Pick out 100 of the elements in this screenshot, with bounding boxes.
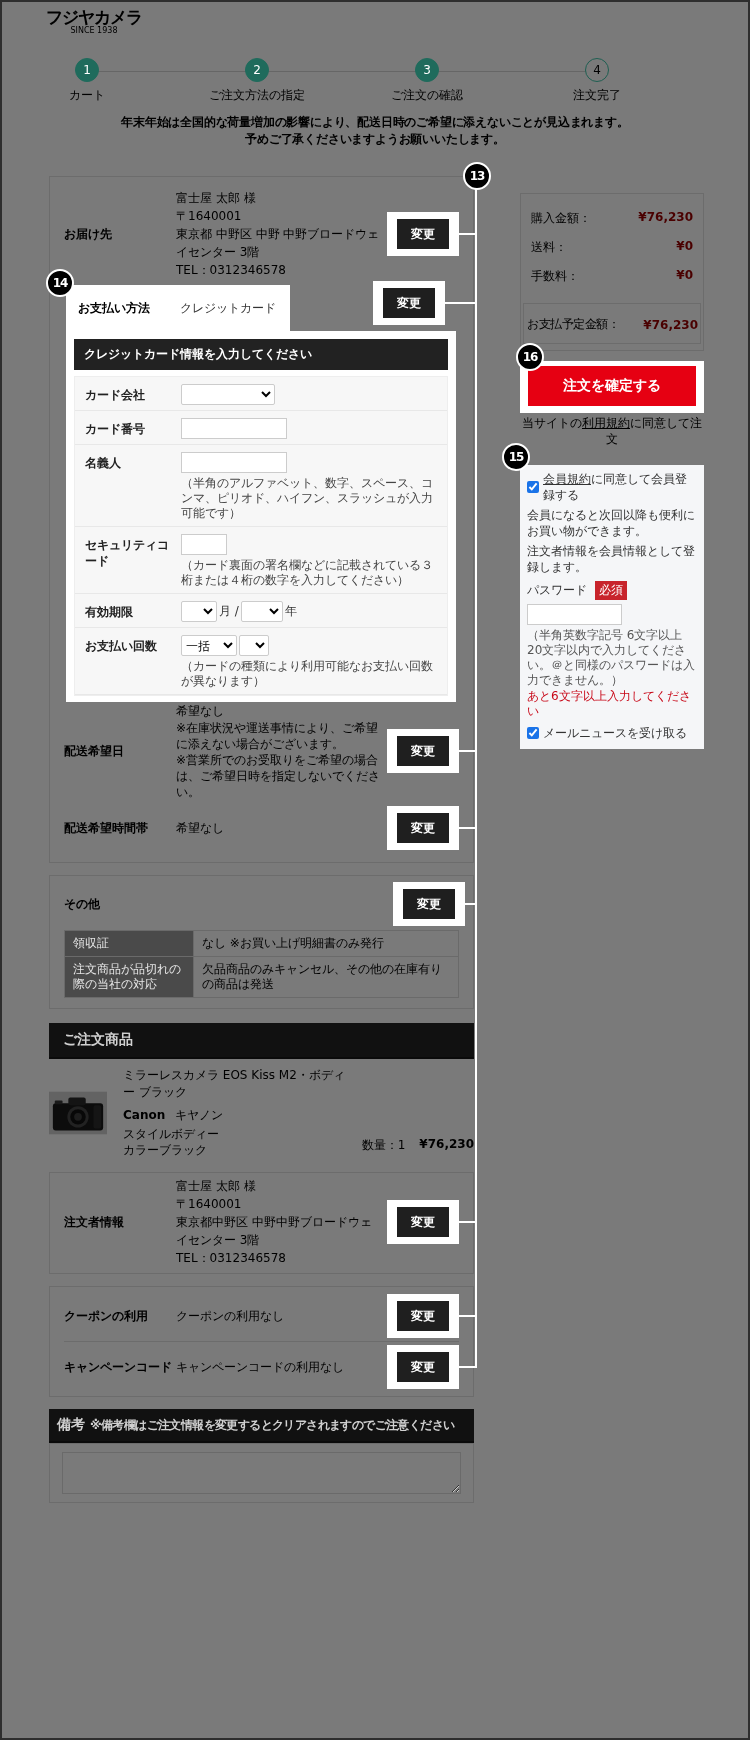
row-value: 富士屋 太郎 様 [176, 190, 257, 207]
price: ¥76,230 [419, 1137, 474, 1153]
product-option: スタイルボディー [123, 1126, 362, 1142]
logo-tagline: SINCE 1938 [70, 26, 118, 36]
row-label: 配送希望日 [64, 742, 125, 760]
logo-wordmark[interactable]: フジヤカメラ [46, 8, 142, 26]
total-value: ¥76,230 [643, 317, 698, 332]
change-button[interactable]: 変更 [397, 1352, 449, 1382]
required-badge: 必須 [595, 581, 627, 600]
field-hint: （カードの種類により利用可能なお支払い回数が異なります） [181, 659, 434, 689]
field-label: 名義人 [85, 455, 122, 471]
input-field[interactable] [181, 534, 227, 555]
summary-value: ¥76,230 [638, 210, 693, 226]
field-label: パスワード [527, 582, 587, 599]
row-label: キャンペーンコード [64, 1358, 173, 1376]
field-hint: （カード裏面の署名欄などに記載されている３桁または４桁の数字を入力してください） [181, 558, 434, 588]
field-hint: （半角のアルファベット、数字、スペース、コンマ、ピリオド、ハイフン、スラッシュが入力可能です） [181, 476, 434, 521]
step-indicator: 2 [245, 58, 269, 82]
field-label: お支払い回数 [85, 638, 158, 654]
field-label: カード番号 [85, 421, 146, 437]
row-value: クーポンの利用なし [176, 1308, 285, 1325]
payment-count-select[interactable]: 一括 [181, 635, 237, 656]
product-name[interactable]: ミラーレスカメラ EOS Kiss M2・ボディー ブラック [123, 1067, 355, 1101]
summary-value: ¥0 [676, 239, 693, 255]
form-heading: クレジットカード情報を入力してください [74, 339, 448, 370]
field-label: 有効期限 [85, 604, 134, 620]
row-value: TEL：0312346578 [176, 1250, 287, 1267]
step-label: ご注文の確認 [391, 87, 463, 104]
row-value: 東京都 中野区 中野 中野ブロードウェイセンター 3階 [176, 226, 381, 261]
field-label: セキュリティコード [85, 537, 170, 569]
step-label: ご注文方法の指定 [209, 87, 305, 104]
callout-marker: 16 [516, 343, 544, 371]
section-heading: 備考 [57, 1416, 85, 1434]
password-field[interactable] [527, 604, 622, 625]
row-label: お支払い方法 [78, 299, 151, 317]
terms-link[interactable]: 利用規約 [582, 416, 630, 430]
callout-marker: 13 [463, 162, 491, 190]
table-cell: 欠品商品のみキャンセル、その他の在庫有りの商品は発送 [193, 956, 459, 998]
total-label: お支払予定金額： [527, 316, 619, 333]
card-company-select[interactable] [181, 384, 275, 405]
description-text: 会員になると次回以降も便利にお買い物ができます。 [527, 507, 696, 539]
row-value: キャンペーンコードの利用なし [176, 1359, 345, 1376]
quantity: 数量：1 [361, 1137, 406, 1154]
step-label: 注文完了 [573, 87, 621, 104]
checkbox[interactable] [527, 481, 539, 493]
summary-label: 送料： [531, 239, 567, 256]
agree-text: 会員規約に同意して会員登録する [543, 471, 688, 503]
brand-name: Canon [123, 1108, 166, 1122]
error-text: あと6文字以上入力してください [527, 689, 692, 719]
section-heading: ご注文商品 [49, 1023, 474, 1059]
field-label: カード会社 [85, 387, 146, 403]
field-hint: （半角英数字記号 6文字以上20文字以内で入力してください。＠と同様のパスワードは入力できません。） [527, 628, 696, 688]
row-value: 〒1640001 [176, 1196, 243, 1213]
change-button[interactable]: 変更 [397, 1207, 449, 1237]
checkbox[interactable] [527, 727, 539, 739]
year-select[interactable] [240, 601, 283, 622]
callout-marker: 14 [46, 269, 74, 297]
table-header-cell: 注文商品が品切れの際の当社の対応 [64, 956, 194, 998]
notice-text: 予めご了承くださいますようお願いいたします。 [244, 131, 506, 148]
step-indicator: 1 [75, 58, 99, 82]
row-label: その他 [64, 895, 101, 913]
row-label: お届け先 [64, 225, 113, 243]
callout-marker: 15 [502, 443, 530, 471]
input-field[interactable] [181, 452, 287, 473]
table-cell: なし ※お買い上げ明細書のみ発行 [193, 930, 459, 957]
change-button[interactable]: 変更 [397, 1301, 449, 1331]
input-field[interactable] [181, 418, 287, 439]
count-select[interactable] [239, 635, 269, 656]
checkbox-label: メールニュースを受け取る [543, 725, 687, 741]
summary-label: 手数料： [531, 268, 579, 285]
row-value: 希望なし [176, 703, 225, 720]
description-text: 注文者情報を会員情報として登録します。 [527, 543, 696, 575]
confirm-order-button[interactable]: 注文を確定する [528, 366, 696, 406]
row-note: ※在庫状況や運送事情により、ご希望に添えない場合がございます。 [176, 720, 380, 752]
step-indicator: 4 [585, 58, 609, 82]
change-button[interactable]: 変更 [403, 889, 455, 919]
row-note: ※営業所でのお受取りをご希望の場合は、ご希望日時を指定しないでください。 [176, 752, 381, 800]
remarks-field[interactable] [62, 1452, 461, 1494]
summary-value: ¥0 [676, 268, 693, 284]
terms-link[interactable]: 会員規約 [543, 472, 591, 486]
change-button[interactable]: 変更 [397, 736, 449, 766]
step-indicator: 3 [415, 58, 439, 82]
brand-kana: キヤノン [175, 1108, 224, 1122]
row-value: TEL：0312346578 [176, 262, 287, 279]
change-button[interactable]: 変更 [397, 813, 449, 843]
row-label: 配送希望時間帯 [64, 819, 149, 837]
notice-text: 年末年始は全国的な荷量増加の影響により、配送日時のご希望に添えないことが見込まれます。 [120, 114, 630, 131]
summary-label: 購入金額： [531, 210, 591, 227]
change-button[interactable]: 変更 [397, 219, 449, 249]
row-value: クレジットカード [180, 299, 276, 317]
step-label: カート [69, 87, 105, 104]
row-value: 東京都中野区 中野中野ブロードウェイセンター 3階 [176, 1214, 373, 1249]
row-label: クーポンの利用 [64, 1307, 149, 1325]
row-label: 注文者情報 [64, 1213, 125, 1231]
change-button[interactable]: 変更 [383, 288, 435, 318]
table-header-cell: 領収証 [64, 930, 194, 957]
unit-label: 月 / [219, 603, 239, 620]
row-value: 富士屋 太郎 様 [176, 1178, 257, 1195]
unit-label: 年 [284, 603, 297, 620]
month-select[interactable] [181, 601, 217, 622]
